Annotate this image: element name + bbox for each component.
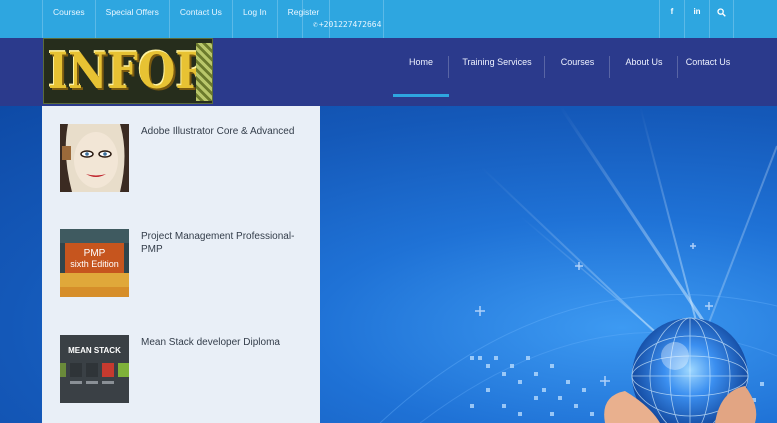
- course-title[interactable]: Mean Stack developer Diploma: [141, 336, 311, 349]
- pmp-edition-label: sixth Edition: [70, 259, 119, 269]
- nav-home-label: Home: [408, 57, 433, 67]
- top-links: Courses Special Offers Contact Us Log In…: [42, 0, 331, 38]
- whatsapp-icon: ✆: [313, 20, 318, 29]
- puzzle-icon: [196, 43, 212, 101]
- course-thumbnail[interactable]: PMP sixth Edition: [60, 229, 129, 297]
- course-title[interactable]: Project Management Professional-PMP: [141, 230, 311, 256]
- nav-courses-label: Courses: [560, 57, 595, 67]
- courses-panel: Adobe Illustrator Core & Advanced PMP si…: [42, 106, 320, 423]
- search-icon[interactable]: [709, 0, 734, 38]
- site-logo[interactable]: INFORM: [43, 38, 213, 104]
- top-bar: Courses Special Offers Contact Us Log In…: [0, 0, 777, 38]
- top-link-courses[interactable]: Courses: [42, 0, 95, 38]
- course-thumbnail[interactable]: MEAN STACK: [60, 335, 129, 403]
- nav-about-us-label: About Us: [625, 57, 663, 67]
- mean-stack-label: MEAN STACK: [68, 346, 121, 355]
- nav-home[interactable]: Home: [393, 38, 449, 106]
- pmp-label: PMP: [84, 248, 106, 259]
- facebook-icon[interactable]: f: [659, 0, 684, 38]
- main-header: INFORM Home Training Services Courses Ab…: [0, 38, 777, 106]
- course-item[interactable]: MEAN STACK Mean Stack developer Diploma: [60, 335, 310, 405]
- social-icons: f in: [659, 0, 734, 38]
- nav-contact-us[interactable]: Contact Us: [678, 38, 738, 106]
- course-item[interactable]: Adobe Illustrator Core & Advanced: [60, 124, 310, 194]
- top-link-contact-us[interactable]: Contact Us: [168, 0, 232, 38]
- nav-contact-us-label: Contact Us: [685, 57, 731, 67]
- nav-training-services-label: Training Services: [462, 57, 532, 67]
- nav-courses[interactable]: Courses: [545, 38, 610, 106]
- pmp-book-image: PMP sixth Edition: [60, 229, 129, 297]
- course-title[interactable]: Adobe Illustrator Core & Advanced: [141, 125, 311, 138]
- phone-text: +201227472664: [318, 20, 382, 29]
- nav-training-services[interactable]: Training Services: [449, 38, 545, 106]
- search-icon-glyph: [717, 8, 726, 17]
- top-link-log-in[interactable]: Log In: [231, 0, 277, 38]
- main-nav: Home Training Services Courses About Us …: [393, 38, 738, 106]
- nav-about-us[interactable]: About Us: [610, 38, 678, 106]
- linkedin-icon[interactable]: in: [684, 0, 709, 38]
- mean-stack-image: MEAN STACK: [60, 335, 129, 403]
- illustrator-face-image: [60, 124, 129, 192]
- course-item[interactable]: PMP sixth Edition Project Management Pro…: [60, 229, 310, 299]
- phone-number[interactable]: ✆+201227472664: [302, 0, 384, 38]
- logo-text: INFORM: [48, 43, 212, 101]
- top-link-special-offers[interactable]: Special Offers: [94, 0, 169, 38]
- course-thumbnail[interactable]: [60, 124, 129, 192]
- nav-active-indicator: [393, 94, 449, 97]
